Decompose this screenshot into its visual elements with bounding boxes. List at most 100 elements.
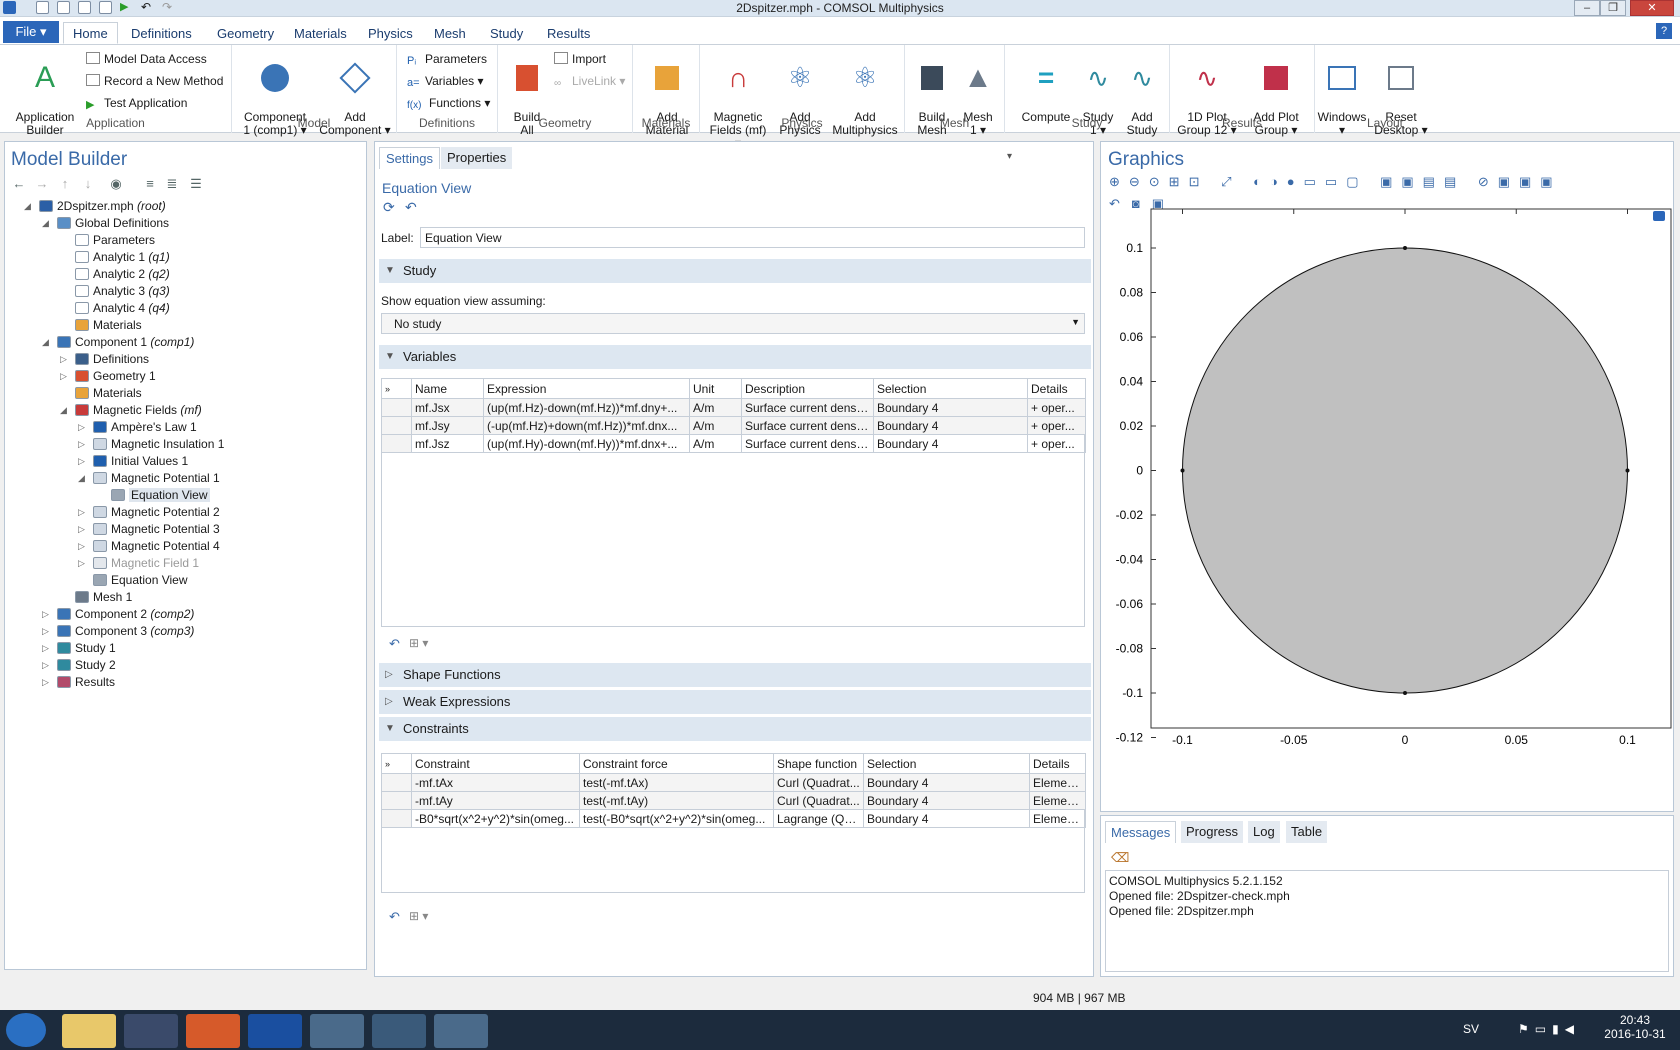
table-cell[interactable]: mf.Jsy — [411, 416, 484, 435]
table-cell[interactable]: Curl (Quadrat... — [773, 773, 864, 792]
tree-node[interactable]: ▷ Results — [42, 674, 115, 691]
close-button[interactable]: ✕ — [1630, 0, 1674, 16]
table-cell[interactable]: Boundary 4 — [873, 416, 1028, 435]
column-header[interactable]: Shape function — [773, 753, 864, 774]
clock[interactable]: 20:43 2016-10-31 — [1600, 1013, 1670, 1041]
label-field[interactable]: Equation View — [420, 227, 1085, 248]
open-file-icon[interactable] — [57, 1, 70, 14]
table-cell[interactable]: Boundary 4 — [863, 791, 1030, 810]
table-cell[interactable]: test(-mf.tAx) — [579, 773, 774, 792]
compute-button[interactable]: = Compute — [1017, 49, 1075, 124]
tree-node[interactable]: ▷ Magnetic Potential 2 — [78, 504, 220, 521]
table-cell[interactable]: -B0*sqrt(x^2+y^2)*sin(omeg... — [411, 809, 580, 828]
table-cell[interactable]: Elemen... — [1029, 809, 1086, 828]
tree-node[interactable]: ◢ Magnetic Potential 1 — [78, 470, 220, 487]
tree-node[interactable]: Mesh 1 — [75, 589, 132, 606]
collapse-arrow-icon[interactable]: ◢ — [42, 334, 52, 351]
collapse-arrow-icon[interactable]: ◢ — [60, 402, 70, 419]
row-header[interactable] — [381, 773, 412, 792]
table-row[interactable]: mf.Jsy (-up(mf.Hz)+down(mf.Hz))*mf.dnx...… — [381, 416, 1086, 435]
column-header[interactable]: Name — [411, 378, 484, 399]
firefox-taskbar-icon[interactable] — [186, 1014, 240, 1048]
column-header[interactable]: Constraint force — [579, 753, 774, 774]
panel-menu-icon[interactable]: ▾ — [1007, 151, 1012, 162]
redo-icon[interactable]: ↷ — [162, 1, 175, 14]
geometry-circle[interactable] — [1182, 247, 1628, 694]
tab-properties[interactable]: Properties — [441, 147, 513, 169]
table-options-icon[interactable]: ⊞ ▾ — [409, 909, 428, 923]
table-cell[interactable]: Boundary 4 — [873, 434, 1028, 453]
row-header[interactable] — [381, 416, 412, 435]
table-cell[interactable]: + oper... — [1027, 398, 1086, 417]
geometry-vertex[interactable] — [1403, 691, 1407, 695]
help-button[interactable]: ? — [1656, 23, 1672, 39]
study-select[interactable]: No study ▼ — [381, 313, 1085, 334]
expand-arrow-icon[interactable]: ▷ — [78, 504, 88, 521]
row-header[interactable] — [381, 398, 412, 417]
tree-node[interactable]: ▷ Initial Values 1 — [78, 453, 188, 470]
column-header[interactable]: Constraint — [411, 753, 580, 774]
forward-icon[interactable]: → — [35, 177, 49, 191]
minimize-button[interactable]: – — [1574, 0, 1600, 16]
table-cell[interactable]: + oper... — [1027, 434, 1086, 453]
row-header[interactable] — [381, 791, 412, 810]
livelink-button[interactable]: ∞ LiveLink ▾ — [554, 72, 625, 90]
tree-node[interactable]: ◢ 2Dspitzer.mph (root) — [24, 198, 166, 215]
undo-icon[interactable]: ↶ — [141, 1, 154, 14]
paint-taskbar-icon[interactable] — [434, 1014, 488, 1048]
graphics-canvas[interactable]: 0.12 0.1 0.08 0.06 0.04 0.02 0 -0.02 -0.04 -0.06 -… — [1101, 208, 1673, 808]
weak-expressions-section-header[interactable]: ▷ Weak Expressions — [379, 690, 1091, 714]
tab-progress[interactable]: Progress — [1181, 821, 1244, 843]
geometry-vertex[interactable] — [1625, 468, 1630, 473]
table-cell[interactable]: A/m — [689, 416, 742, 435]
tree-node[interactable]: ▷ Ampère's Law 1 — [78, 419, 197, 436]
language-indicator[interactable]: SV — [1463, 1022, 1479, 1036]
tree-node[interactable]: ▷ Magnetic Field 1 — [78, 555, 199, 572]
functions-button[interactable]: f(x) Functions ▾ — [407, 94, 490, 112]
geometry-vertex[interactable] — [1403, 246, 1407, 250]
row-header[interactable] — [381, 809, 412, 828]
explorer-taskbar-icon[interactable] — [62, 1014, 116, 1048]
import-button[interactable]: Import — [554, 50, 606, 68]
table-row[interactable]: -B0*sqrt(x^2+y^2)*sin(omeg... test(-B0*sq… — [381, 809, 1086, 828]
expand-arrow-icon[interactable]: ▷ — [42, 640, 52, 657]
expand-icon[interactable]: ≣ — [165, 177, 179, 191]
expand-arrow-icon[interactable]: ▷ — [42, 606, 52, 623]
constraints-section-header[interactable]: ▼ Constraints — [379, 717, 1091, 741]
table-cell[interactable]: test(-B0*sqrt(x^2+y^2)*sin(omeg... — [579, 809, 774, 828]
variables-section-header[interactable]: ▼ Variables — [379, 345, 1091, 369]
tree-node[interactable]: ▷ Magnetic Potential 3 — [78, 521, 220, 538]
tree-node[interactable]: Analytic 2 (q2) — [75, 266, 170, 283]
reset-icon[interactable]: ↶ — [405, 199, 417, 216]
collapse-arrow-icon[interactable]: ◢ — [42, 215, 52, 232]
app-taskbar-icon[interactable] — [248, 1014, 302, 1048]
undo-table-icon[interactable]: ↶ — [389, 636, 400, 652]
show-icon[interactable]: ◉ — [109, 177, 123, 191]
table-cell[interactable]: Surface current densit... — [741, 398, 874, 417]
tab-messages[interactable]: Messages — [1105, 821, 1177, 843]
column-header[interactable]: Unit — [689, 378, 742, 399]
graphics-toolbar[interactable]: ⊕⊖⊙⊞⊡ ⤢ ◐◑●▭▭▢ ▣▣▤▤ ⊘▣▣▣ — [1109, 174, 1669, 190]
collapse-arrow-icon[interactable]: ◢ — [24, 198, 34, 215]
save-icon[interactable] — [78, 1, 91, 14]
tree-node[interactable]: Parameters — [75, 232, 155, 249]
magnetic-fields-button[interactable]: ∩ Magnetic Fields (mf) ▾ — [706, 49, 770, 150]
tab-log[interactable]: Log — [1248, 821, 1280, 843]
tree-node[interactable]: Equation View — [111, 487, 210, 504]
variables-button[interactable]: a= Variables ▾ — [407, 72, 484, 90]
tree-node[interactable]: Analytic 3 (q3) — [75, 283, 170, 300]
tray-icons[interactable]: ⚑▭▮◀ — [1518, 1022, 1580, 1036]
expand-arrow-icon[interactable]: ▷ — [60, 351, 70, 368]
tab-study[interactable]: Study — [481, 23, 532, 45]
table-cell[interactable]: mf.Jsz — [411, 434, 484, 453]
table-cell[interactable]: -mf.tAx — [411, 773, 580, 792]
table-cell[interactable]: Surface current densit... — [741, 434, 874, 453]
tree-node[interactable]: ▷ Study 1 — [42, 640, 116, 657]
run-icon[interactable]: ▶ — [120, 1, 133, 14]
column-header[interactable]: Details — [1029, 753, 1086, 774]
tab-mesh[interactable]: Mesh — [425, 23, 475, 45]
column-header[interactable]: Description — [741, 378, 874, 399]
record-method-button[interactable]: Record a New Method — [86, 72, 223, 90]
expand-arrow-icon[interactable]: ▷ — [78, 419, 88, 436]
tree-node[interactable]: ◢ Global Definitions — [42, 215, 169, 232]
